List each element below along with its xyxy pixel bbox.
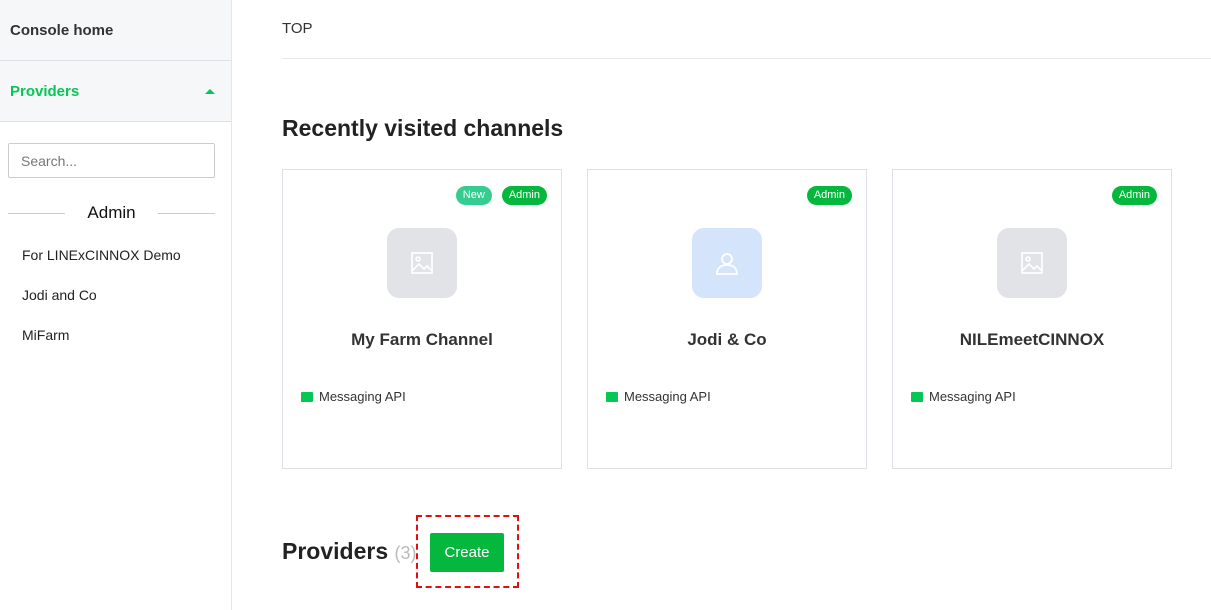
provider-search-input[interactable] (8, 143, 215, 178)
main-content: TOP (282, 0, 1211, 59)
messaging-icon (911, 391, 923, 402)
breadcrumb[interactable]: TOP (282, 0, 1211, 59)
channel-name: Jodi & Co (687, 330, 767, 349)
sidebar-provider-item[interactable]: Jodi and Co (22, 287, 97, 303)
group-label: Admin (87, 203, 136, 222)
messaging-icon (606, 391, 618, 402)
channel-type: Messaging API (624, 389, 711, 404)
sidebar-provider-item[interactable]: For LINExCINNOX Demo (22, 247, 181, 263)
new-badge: New (455, 186, 492, 205)
sidebar-console-home[interactable]: Console home (0, 0, 231, 61)
providers-label: Providers (10, 82, 80, 100)
role-badge: Admin (806, 186, 852, 205)
channel-card[interactable]: Admin Jodi & Co Messaging API (587, 169, 867, 469)
channel-type: Messaging API (929, 389, 1016, 404)
highlight-annotation (416, 515, 519, 588)
recent-channels-title: Recently visited channels (282, 115, 564, 141)
providers-heading: Providers (282, 538, 389, 564)
role-badge: Admin (501, 186, 547, 205)
user-icon (692, 228, 762, 298)
channel-card[interactable]: Admin NILEmeetCINNOX Messaging API (892, 169, 1172, 469)
image-icon (387, 228, 457, 298)
channel-name: My Farm Channel (351, 330, 493, 349)
providers-count: (3) (394, 543, 417, 563)
messaging-icon (301, 391, 313, 402)
group-divider: Admin (8, 203, 215, 223)
role-badge: Admin (1111, 186, 1157, 205)
caret-up-icon (205, 88, 215, 94)
sidebar: Console home Providers Admin For LINExCI… (0, 0, 232, 610)
sidebar-provider-item[interactable]: MiFarm (22, 327, 69, 343)
providers-title: Providers (3) (282, 538, 417, 565)
channel-name: NILEmeetCINNOX (959, 330, 1105, 349)
channel-type: Messaging API (319, 389, 406, 404)
image-icon (997, 228, 1067, 298)
console-home-label: Console home (10, 21, 114, 39)
channel-card[interactable]: New Admin My Farm Channel Messaging API (282, 169, 562, 469)
sidebar-providers-toggle[interactable]: Providers (0, 61, 231, 122)
